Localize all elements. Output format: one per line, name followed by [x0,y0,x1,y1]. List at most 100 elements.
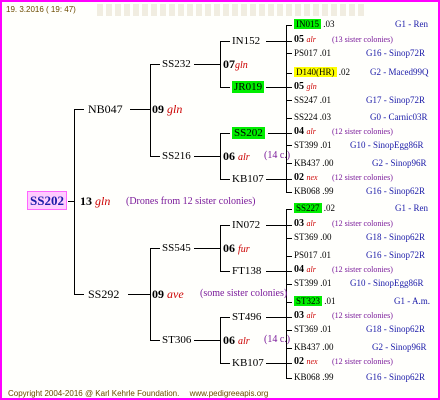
g4-year: .02 [338,67,350,77]
g4-num: 04 [294,126,304,137]
connector [150,248,151,340]
connector [150,64,160,65]
g3-id-label: SS202 [232,127,265,139]
g1-race: ave [167,287,184,301]
root-id: SS202 [27,191,67,210]
g4-info: G17 - Sinop72R [366,95,426,105]
g4-info: G2 - Sinop96R [372,158,427,168]
g4-row[interactable]: KB068 .99 [294,373,334,382]
g4-id: ST323 [294,296,323,306]
g2-num: 06 [223,241,235,255]
g4-info: G16 - Sinop62R [366,372,426,382]
g3-id-4[interactable]: IN072 [232,220,260,231]
root-note: (Drones from 12 sister colonies) [126,196,256,207]
g4-info: G16 - Sinop62R [366,186,426,196]
g3-id-2[interactable]: SS202 [232,127,265,139]
g3-id-6[interactable]: ST496 [232,312,261,323]
connector [286,41,292,42]
g3-id-1[interactable]: JR019 [232,81,265,93]
g4-info: G0 - Carnic03R [370,112,428,122]
g4-row[interactable]: D140(HR) .02 [294,67,350,77]
g4-race: alr [306,127,316,136]
g4-num: 02 [294,172,304,183]
g4-race: nex [306,173,318,182]
connector [220,87,230,88]
connector [194,156,220,157]
g2-race: alr [238,152,250,163]
g1-id-0[interactable]: NB047 [88,103,123,115]
g3-id-7[interactable]: KB107 [232,358,264,369]
g4-row[interactable]: PS017 .01 [294,251,331,260]
g1-info-1: 09 ave [152,288,184,300]
g4-mid-row: 02 nex [294,173,318,183]
g4-row[interactable]: ST323 .01 [294,296,336,306]
connector [286,238,292,239]
g1-info-0: 09 gln [152,103,182,115]
g4-row[interactable]: SS227 .02 [294,203,336,213]
g3-id-0[interactable]: IN152 [232,36,260,47]
g4-note: (12 sister colonies) [332,127,393,136]
connector [74,294,84,295]
g3-id-3[interactable]: KB107 [232,174,264,185]
g2-race: gln [235,60,248,71]
g2-num: 06 [223,333,235,347]
g4-info: G2 - Maced99Q [370,67,429,77]
g4-row[interactable]: KB437 .00 [294,159,334,168]
g1-id-1[interactable]: SS292 [88,288,119,300]
g4-row[interactable]: SS224 .03 [294,113,331,122]
g4-id: ST399 [294,140,319,150]
g4-id: IN015 [294,19,321,29]
connector [150,340,160,341]
g4-note: (12 sister colonies) [332,219,393,228]
pedigree-frame: 19. 3.2016 ( 19: 47) SS202 13 gln (Drone… [0,0,440,400]
watermark-logo [97,4,367,16]
connector [130,109,150,110]
g4-row[interactable]: IN015 .03 [294,19,335,29]
g4-info: G10 - SinopEgg86R [350,278,424,288]
connector [194,64,220,65]
g4-row[interactable]: ST399 .01 [294,279,332,288]
g2-race: alr [238,336,250,347]
print-date: 19. 3.2016 ( 19: 47) [6,5,76,14]
g2-id-0[interactable]: SS232 [162,59,191,70]
g4-row[interactable]: KB068 .99 [294,187,334,196]
g4-year: .02 [323,203,336,213]
g4-row[interactable]: KB437 .00 [294,343,334,352]
connector [266,41,286,42]
connector [266,317,286,318]
g4-year: .01 [319,95,332,105]
connector [286,209,292,210]
connector [220,363,230,364]
g2-id-3[interactable]: ST306 [162,335,191,346]
g3-id-5[interactable]: FT138 [232,266,261,277]
connector [266,225,286,226]
connector [286,271,292,272]
g2-info-1: 06 alr [223,150,250,163]
connector [286,363,292,364]
g4-row[interactable]: SS247 .01 [294,96,331,105]
copyright-text: Copyright 2004-2016 @ Karl Kehrle Founda… [8,389,180,398]
g4-row[interactable]: ST369 .01 [294,325,332,334]
g4-note: (12 sister colonies) [332,265,393,274]
g4-note: (12 sister colonies) [332,311,393,320]
g4-year: .99 [322,372,334,382]
g4-info: G18 - Sinop62R [366,324,426,334]
g4-id: KB068 [294,372,321,382]
g4-num: 02 [294,356,304,367]
connector [150,64,151,156]
g4-info: G1 - Ren [395,19,428,29]
g2-id-1[interactable]: SS216 [162,151,191,162]
connector [150,156,160,157]
g4-num: 05 [294,34,304,45]
root-queen[interactable]: SS202 [27,191,67,210]
g4-row[interactable]: PS017 .01 [294,49,331,58]
g4-row[interactable]: ST399 .01 [294,141,332,150]
g4-info: G1 - A.m. [394,296,430,306]
site-link[interactable]: www.pedigreeapis.org [190,389,269,398]
g4-id: PS017 [294,250,318,260]
g2-id-2[interactable]: SS545 [162,243,191,254]
connector [286,87,292,88]
g2-info-0: 07gln [223,58,248,71]
g4-row[interactable]: ST369 .00 [294,233,332,242]
g1-num: 09 [152,287,164,301]
